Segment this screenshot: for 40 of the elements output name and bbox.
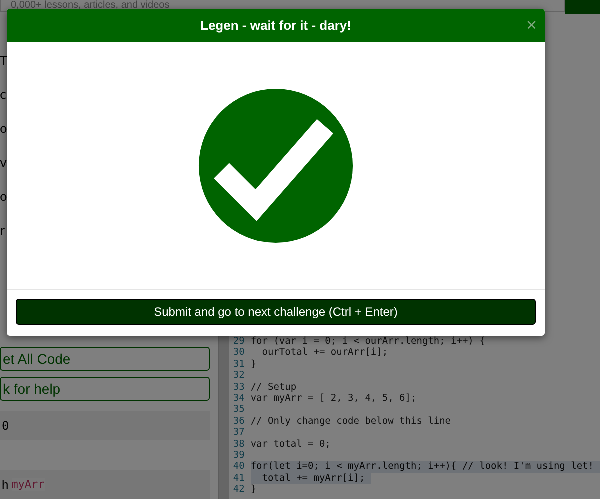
instruction-text: T bbox=[0, 54, 8, 68]
inline-code: myArr bbox=[12, 478, 45, 492]
line-number: 38 bbox=[232, 438, 245, 450]
line-number: 37 bbox=[232, 427, 245, 439]
line-number: 33 bbox=[232, 382, 245, 393]
checkmark-icon bbox=[197, 86, 355, 244]
code-line: // Only change code below this line bbox=[250, 416, 452, 428]
line-number: 35 bbox=[232, 404, 245, 416]
code-line: var total = 0; bbox=[250, 438, 331, 450]
submit-button[interactable]: Submit and go to next challenge (Ctrl + Enter) bbox=[16, 299, 536, 325]
line-number: 36 bbox=[232, 416, 245, 428]
code-line: ourTotal += ourArr[i]; bbox=[261, 347, 388, 359]
header-bar bbox=[565, 0, 600, 14]
line-number: 34 bbox=[232, 392, 245, 404]
code-line: } bbox=[250, 484, 257, 496]
instruction-text: c bbox=[0, 88, 8, 102]
line-number: 42 bbox=[232, 484, 245, 496]
panel-button[interactable]: k for help bbox=[0, 377, 210, 402]
instruction-text: r bbox=[0, 224, 6, 238]
line-number: 32 bbox=[232, 370, 245, 382]
line-number: 29 bbox=[232, 336, 245, 348]
line-number: 31 bbox=[232, 358, 245, 370]
test-text: h bbox=[2, 478, 9, 492]
close-button[interactable]: × bbox=[526, 15, 537, 35]
line-number: 39 bbox=[232, 450, 245, 462]
instruction-text: o bbox=[0, 190, 8, 204]
line-number: 41 bbox=[232, 472, 245, 484]
code-line: for (var i = 0; i < ourArr.length; i++) { bbox=[250, 336, 486, 348]
instruction-text: o bbox=[0, 122, 8, 136]
panel-button[interactable]: et All Code bbox=[0, 347, 210, 372]
code-line: var myArr = [ 2, 3, 4, 5, 6]; bbox=[250, 392, 417, 404]
dialog-title: Legen - wait for it - dary! bbox=[200, 18, 352, 33]
code-line: // Setup bbox=[250, 382, 297, 393]
line-number: 30 bbox=[232, 347, 245, 359]
code-line: total += myArr[i]; bbox=[261, 472, 366, 484]
code-line: for(let i=0; i < myArr.length; i++){ // look! I'm using let! bbox=[250, 461, 594, 473]
instruction-text: v bbox=[0, 156, 8, 170]
output-text: 0 bbox=[2, 418, 10, 433]
line-number: 40 bbox=[232, 461, 245, 473]
code-line: } bbox=[250, 358, 257, 370]
